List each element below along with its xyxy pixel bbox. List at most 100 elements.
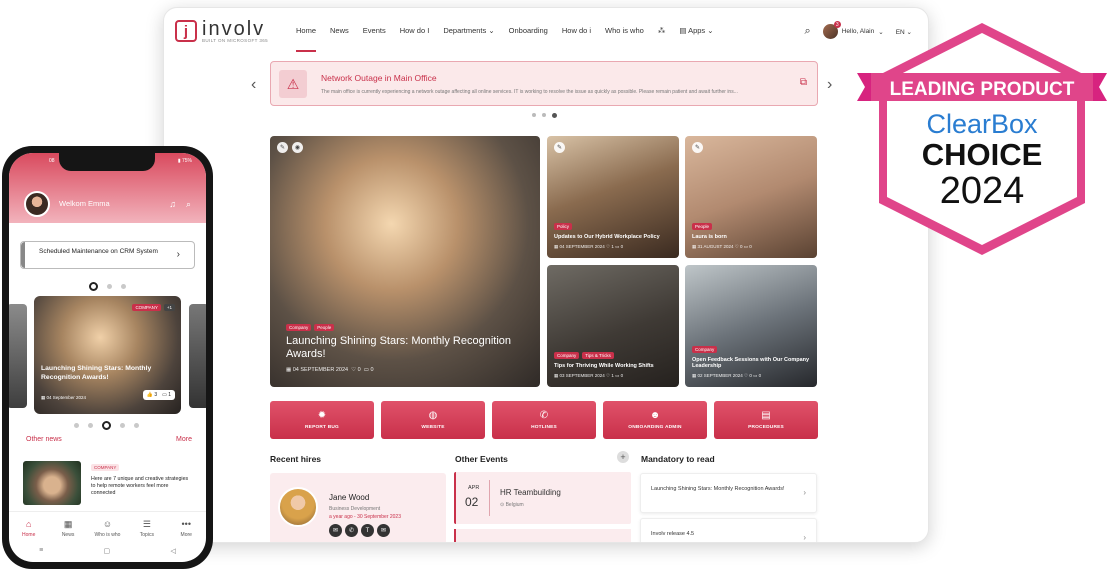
badge-year: 2024 <box>940 170 1025 212</box>
event-day: 02 <box>465 495 479 509</box>
tab-more[interactable]: ••• More <box>168 512 204 545</box>
involv-logo[interactable]: j involv BUILT ON MICROSOFT 365 <box>175 19 268 44</box>
nav-home[interactable]: Home <box>296 26 317 52</box>
more-icon: ••• <box>181 518 191 529</box>
nav-how-do-i[interactable]: How do I <box>400 26 430 35</box>
pagination-dot[interactable] <box>74 423 79 428</box>
add-event-button[interactable]: + <box>617 451 629 463</box>
pagination-dot[interactable] <box>542 113 546 117</box>
chevron-right-icon: › <box>176 249 180 260</box>
event-card[interactable]: APR 02 HR Teambuilding ⊙ Belgium <box>454 472 631 524</box>
pagination-dot[interactable] <box>88 423 93 428</box>
tab-who-is-who[interactable]: ☺ Who is who <box>89 512 125 545</box>
news-tag: Company <box>554 352 580 360</box>
pagination-dot-active[interactable] <box>552 113 557 118</box>
hire-date: a year ago - 30 September 2023 <box>329 514 401 520</box>
tab-home[interactable]: ⌂ Home <box>11 512 47 545</box>
pagination-dot-active[interactable] <box>89 282 98 291</box>
alert-banner[interactable]: ⚠ Network Outage in Main Office The main… <box>270 61 818 106</box>
notification-badge: 3 <box>833 21 841 28</box>
avatar: 3 <box>822 21 841 39</box>
nav-who-is-who[interactable]: Who is who <box>605 26 644 35</box>
event-title: HR Teambuilding <box>500 488 561 497</box>
mandatory-item[interactable]: Involv release 4.5 › <box>640 518 817 542</box>
nav-departments[interactable]: Departments ⌄ <box>443 26 494 35</box>
news-title: Updates to Our Hybrid Workplace Policy <box>554 234 660 241</box>
maintenance-alert[interactable]: Scheduled Maintenance on CRM System › <box>20 241 195 269</box>
warning-icon: ⚠ <box>279 70 307 98</box>
news-meta: ▦ 02 SEPTEMBER 2024 ♡ 0 ▭ 0 <box>692 373 762 378</box>
news-title: Tips for Thriving While Working Shifts <box>554 363 654 370</box>
pagination-dot[interactable] <box>120 423 125 428</box>
event-card[interactable] <box>454 529 631 542</box>
pagination-dot[interactable] <box>532 113 536 117</box>
clearbox-award-badge: LEADING PRODUCT ClearBox CHOICE 2024 <box>857 23 1107 255</box>
news-thumbnail[interactable] <box>23 461 81 505</box>
external-link-icon[interactable]: ⧉ <box>800 77 807 88</box>
prev-card-peek[interactable] <box>9 304 27 408</box>
pagination-dot[interactable] <box>107 284 112 289</box>
quick-link-onboarding-admin[interactable]: ☻ ONBOARDING ADMIN <box>603 401 707 439</box>
menu-icon[interactable]: ≡ <box>39 547 43 561</box>
mandatory-item[interactable]: Launching Shining Stars: Monthly Recogni… <box>640 473 817 513</box>
news-tile[interactable]: ✎ Policy Updates to Our Hybrid Workplace… <box>547 136 679 258</box>
quick-link-procedures[interactable]: ▤ PROCEDURES <box>714 401 818 439</box>
comment-icon[interactable]: ▭ 1 <box>162 392 171 398</box>
event-month: APR <box>468 485 480 491</box>
pin-icon: ✎ <box>554 142 565 153</box>
top-navigation: j involv BUILT ON MICROSOFT 365 Home New… <box>164 8 928 58</box>
apps-icon: ▤ <box>679 26 687 35</box>
news-title[interactable]: Here are 7 unique and creative strategie… <box>91 476 193 497</box>
quick-link-hotlines[interactable]: ✆ HOTLINES <box>492 401 596 439</box>
back-icon[interactable]: ◁ <box>170 547 175 561</box>
search-icon[interactable]: ⌕ <box>805 25 811 38</box>
logo-mark-icon: j <box>175 20 197 43</box>
news-tag: Policy <box>554 223 573 231</box>
pin-icon: ✎ <box>277 142 288 153</box>
news-title: Launching Shining Stars: Monthly Recogni… <box>286 334 512 360</box>
nav-how-do-i-2[interactable]: How do i <box>562 26 591 35</box>
notification-bell-icon[interactable]: ♫ <box>169 199 176 210</box>
carousel-next-arrow-icon[interactable]: › <box>827 76 832 94</box>
bottom-tab-bar: ⌂ Home ▦ News ☺ Who is who ☰ Topics ••• More <box>9 511 206 545</box>
chat-icon[interactable]: ✉ <box>329 524 342 537</box>
quick-link-website[interactable]: ◍ WEBSITE <box>381 401 485 439</box>
alert-text: The main office is currently experiencin… <box>321 89 738 95</box>
recent-hire-card[interactable]: Jane Wood Business Development a year ag… <box>270 473 446 542</box>
featured-news-card[interactable]: COMPANY +1 Launching Shining Stars: Mont… <box>34 296 181 414</box>
tab-topics[interactable]: ☰ Topics <box>129 512 165 545</box>
more-link[interactable]: More <box>176 436 192 443</box>
nav-onboarding[interactable]: Onboarding <box>509 26 548 35</box>
teams-icon[interactable]: T <box>361 524 374 537</box>
like-icon[interactable]: 👍 3 <box>147 392 157 398</box>
pagination-dot[interactable] <box>134 423 139 428</box>
nav-apps[interactable]: ▤ Apps ⌄ <box>679 26 713 35</box>
nav-events[interactable]: Events <box>363 26 386 35</box>
phone-device: 08 ▮ 75% Welkom Emma ♫ ⌕ Scheduled Maint… <box>2 146 213 569</box>
main-news-tile[interactable]: ✎ ◉ Company People Launching Shining Sta… <box>270 136 540 387</box>
marketing-composite: j involv BUILT ON MICROSOFT 365 Home New… <box>0 0 1107 571</box>
news-tile[interactable]: Company Open Feedback Sessions with Our … <box>685 265 817 387</box>
people-icon: ☺ <box>102 518 113 529</box>
tab-news[interactable]: ▦ News <box>50 512 86 545</box>
news-tile[interactable]: ✎ People Laura is born ▦ 31 AUGUST 2024 … <box>685 136 817 258</box>
nav-news[interactable]: News <box>330 26 349 35</box>
search-icon[interactable]: ⌕ <box>186 199 191 210</box>
news-tile[interactable]: Company Tips & Tricks Tips for Thriving W… <box>547 265 679 387</box>
next-card-peek[interactable] <box>189 304 206 408</box>
alert-pagination <box>532 113 557 118</box>
chevron-down-icon: ⌄ <box>488 26 495 35</box>
quick-link-report-bug[interactable]: ✹ REPORT BUG <box>270 401 374 439</box>
phone-icon[interactable]: ✆ <box>345 524 358 537</box>
logo-brand: involv <box>202 18 266 40</box>
avatar[interactable] <box>24 191 50 217</box>
pagination-dot[interactable] <box>121 284 126 289</box>
org-chart-icon[interactable]: ⁂ <box>658 26 666 35</box>
quick-links: ✹ REPORT BUG ◍ WEBSITE ✆ HOTLINES ☻ ONBOARDI… <box>270 401 818 439</box>
news-tag: Tips & Tricks <box>582 352 614 360</box>
news-pagination <box>74 421 139 430</box>
home-button-icon[interactable]: ▢ <box>104 547 111 561</box>
mail-icon[interactable]: ✉ <box>377 524 390 537</box>
carousel-prev-arrow-icon[interactable]: ‹ <box>251 76 256 94</box>
pagination-dot-active[interactable] <box>102 421 111 430</box>
